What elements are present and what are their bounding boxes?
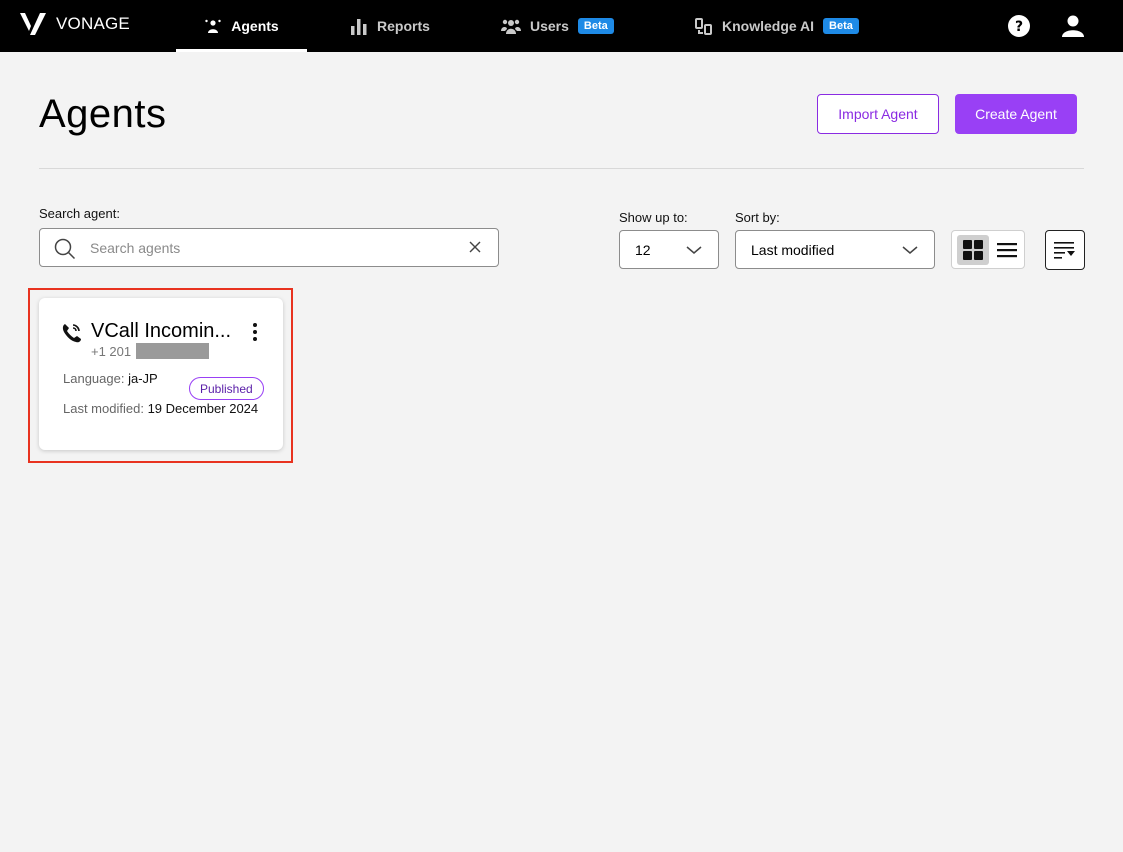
sort-order-button[interactable] bbox=[1045, 230, 1085, 270]
agents-icon bbox=[205, 19, 221, 33]
import-agent-button[interactable]: Import Agent bbox=[817, 94, 939, 134]
nav-agents-label: Agents bbox=[231, 18, 279, 34]
chevron-down-icon bbox=[902, 246, 918, 254]
list-view-button[interactable] bbox=[993, 235, 1021, 265]
show-up-to-select[interactable]: 12 bbox=[619, 230, 719, 269]
phone-prefix: +1 201 bbox=[91, 343, 132, 359]
search-label: Search agent: bbox=[39, 206, 120, 221]
agent-card[interactable]: VCall Incomin... +1 201 Language: ja-JP … bbox=[39, 298, 283, 450]
beta-badge: Beta bbox=[823, 18, 859, 34]
page-title: Agents bbox=[39, 92, 167, 136]
search-input[interactable] bbox=[90, 237, 450, 259]
agent-last-modified: Last modified: 19 December 2024 bbox=[63, 399, 263, 419]
sort-by-label: Sort by: bbox=[735, 210, 780, 225]
help-button[interactable]: ? bbox=[1005, 12, 1033, 40]
sort-by-value: Last modified bbox=[751, 242, 835, 258]
sort-filter-icon bbox=[1054, 242, 1075, 259]
sort-by-select[interactable]: Last modified bbox=[735, 230, 935, 269]
show-up-to-value: 12 bbox=[635, 242, 651, 258]
clear-search-icon[interactable] bbox=[468, 240, 482, 254]
nav-agents[interactable]: Agents bbox=[176, 0, 307, 52]
search-icon bbox=[54, 238, 76, 260]
knowledge-icon bbox=[695, 17, 712, 35]
vonage-logo-icon bbox=[20, 13, 46, 35]
chevron-down-icon bbox=[686, 246, 702, 254]
show-up-to-label: Show up to: bbox=[619, 210, 688, 225]
agent-language: Language: ja-JP bbox=[63, 371, 158, 386]
redacted-number bbox=[136, 343, 210, 359]
nav-reports[interactable]: Reports bbox=[350, 0, 430, 52]
modified-value: 19 December 2024 bbox=[147, 401, 259, 416]
help-icon: ? bbox=[1008, 15, 1030, 37]
more-options-icon[interactable] bbox=[249, 322, 261, 342]
nav-knowledge-ai[interactable]: Knowledge AI Beta bbox=[695, 0, 859, 52]
grid-view-button[interactable] bbox=[957, 235, 989, 265]
profile-button[interactable] bbox=[1059, 12, 1087, 40]
beta-badge: Beta bbox=[577, 18, 614, 34]
search-field[interactable] bbox=[39, 228, 499, 267]
header-divider bbox=[39, 168, 1084, 169]
agent-name[interactable]: VCall Incomin... bbox=[91, 320, 243, 343]
list-icon bbox=[997, 243, 1017, 258]
nav-reports-label: Reports bbox=[377, 18, 430, 34]
agent-phone-number: +1 201 bbox=[91, 343, 210, 359]
status-badge: Published bbox=[189, 377, 264, 400]
language-value: ja-JP bbox=[128, 371, 158, 386]
phone-incoming-icon bbox=[62, 324, 81, 343]
users-icon bbox=[501, 19, 521, 34]
bar-chart-icon bbox=[351, 18, 367, 35]
nav-users[interactable]: Users Beta bbox=[501, 0, 614, 52]
nav-users-label: Users bbox=[530, 18, 569, 34]
user-icon bbox=[1062, 15, 1084, 37]
modified-label: Last modified: bbox=[63, 401, 144, 416]
vonage-logo[interactable]: VONAGE bbox=[18, 11, 130, 37]
create-agent-button[interactable]: Create Agent bbox=[955, 94, 1077, 134]
view-toggle bbox=[951, 230, 1025, 269]
nav-knowledge-label: Knowledge AI bbox=[722, 18, 815, 34]
language-label: Language: bbox=[63, 371, 125, 386]
svg-text:?: ? bbox=[1015, 19, 1023, 35]
top-nav: VONAGE Agents Reports Users Beta Knowled… bbox=[0, 0, 1123, 52]
brand-name: VONAGE bbox=[56, 14, 130, 33]
grid-icon bbox=[963, 240, 983, 260]
